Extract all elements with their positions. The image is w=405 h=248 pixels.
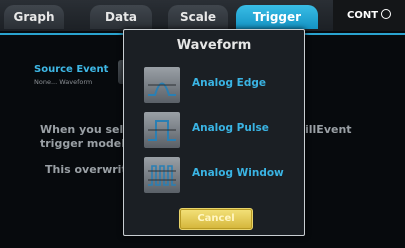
analog-pulse-icon <box>144 112 180 148</box>
dialog-title: Waveform <box>176 38 252 53</box>
analog-edge-icon <box>144 67 180 103</box>
refresh-icon <box>381 9 392 19</box>
option-label: Analog Edge <box>192 77 266 89</box>
cont-button[interactable]: CONT <box>333 0 405 31</box>
option-analog-window[interactable]: Analog Window <box>144 157 294 193</box>
description-line-1-end: illEvent <box>305 123 352 136</box>
tab-graph[interactable]: Graph <box>4 5 64 29</box>
tab-trigger[interactable]: Trigger <box>236 5 318 29</box>
option-analog-edge[interactable]: Analog Edge <box>144 67 294 103</box>
waveform-dialog: Waveform Analog Edge Analog Pulse Analog… <box>123 29 305 236</box>
source-event-value: None... Waveform <box>34 78 93 86</box>
option-label: Analog Window <box>192 167 284 179</box>
option-label: Analog Pulse <box>192 122 269 134</box>
description-line-2: trigger model <box>40 137 126 150</box>
tab-data[interactable]: Data <box>90 5 152 29</box>
option-analog-pulse[interactable]: Analog Pulse <box>144 112 294 148</box>
tab-bar: Graph Data Scale Trigger CONT <box>0 0 405 31</box>
cont-label: CONT <box>346 10 379 21</box>
analog-window-icon <box>144 157 180 193</box>
tab-scale[interactable]: Scale <box>168 5 228 29</box>
source-event-label: Source Event <box>34 64 109 75</box>
description-line-3: This overwrit <box>45 163 127 176</box>
cancel-button[interactable]: Cancel <box>179 208 253 230</box>
description-line-1: When you sel <box>40 123 124 136</box>
